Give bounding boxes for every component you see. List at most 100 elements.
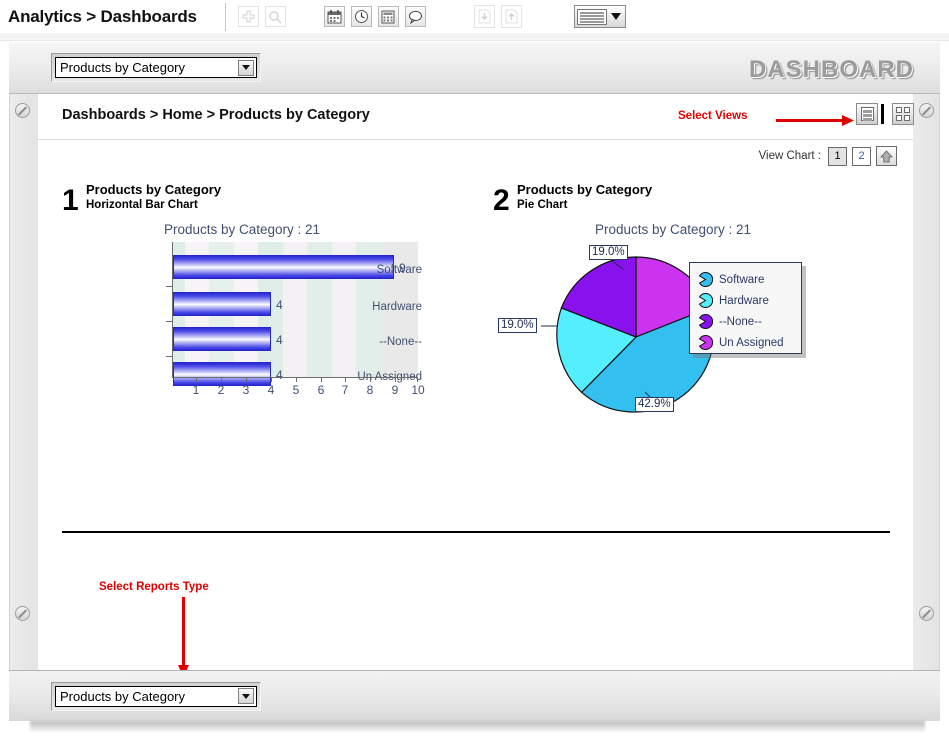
dashboard-selector-bar: Products by Category DASHBOARD (9, 42, 940, 94)
legend-item-hardware: Hardware (698, 290, 801, 311)
dashboard-content: Dashboards > Home > Products by Category… (38, 94, 914, 677)
dashboard-panel: Dashboards > Home > Products by Category… (9, 94, 940, 677)
panel-handle-icon-top-right[interactable] (919, 103, 934, 118)
list-rows-icon (576, 8, 607, 25)
pie-chart: 19.0% 19.0% 42.9% Software Hardware --No… (493, 242, 873, 413)
bar-x-axis (172, 377, 418, 378)
panel-left-gutter (10, 94, 38, 670)
bar-x-tick-4: 5 (292, 383, 300, 397)
chart-heading-2: Products by Category (517, 182, 653, 197)
bar-value-1: 4 (276, 298, 283, 312)
legend-label-none: --None-- (719, 315, 762, 328)
legend-label-hardware: Hardware (719, 294, 769, 307)
chart-subheading-2: Pie Chart (517, 199, 568, 211)
view-chart-button-2[interactable]: 2 (852, 146, 871, 166)
panel-handle-icon-top-left[interactable] (15, 103, 30, 118)
report-select-value: Products by Category (60, 688, 186, 704)
view-list-glyph (860, 107, 874, 121)
page-title: Analytics > Dashboards (8, 6, 197, 26)
legend-item-software: Software (698, 269, 801, 290)
section-divider (62, 531, 890, 533)
chart-title-1: Products by Category : 21 (163, 222, 321, 237)
toolbar-group-center (323, 6, 426, 27)
legend-swatch-icon-none (698, 314, 713, 329)
view-chart-label: View Chart : (758, 150, 821, 162)
view-grid-icon[interactable] (892, 103, 914, 125)
application-toolbar: Analytics > Dashboards (0, 0, 949, 33)
page-shell: Products by Category DASHBOARD Dashboard… (0, 33, 949, 733)
bar-value-2: 4 (276, 333, 283, 347)
view-chart-button-1[interactable]: 1 (828, 146, 847, 166)
panel-right-gutter (911, 94, 939, 670)
dashboard-select-wrapper: Products by Category (51, 53, 261, 82)
calculator-icon[interactable] (377, 6, 399, 27)
bar-x-tick-2: 3 (242, 383, 250, 397)
shell-top-band (0, 33, 949, 41)
view-chart-controls: View Chart : 1 2 (759, 146, 897, 166)
select-views-arrow-icon (776, 115, 854, 126)
dashboard-brand-label: DASHBOARD (749, 56, 914, 83)
bar-x-tick-0: 1 (192, 383, 200, 397)
bar-x-tick-1: 2 (217, 383, 225, 397)
toolbar-divider (224, 2, 226, 31)
select-reports-type-arrow-icon (178, 597, 189, 677)
bar-x-tick-6: 7 (341, 383, 349, 397)
chart-index-2: 2 (493, 184, 510, 217)
bar-category-label-1: Hardware (372, 301, 422, 313)
comment-icon[interactable] (404, 6, 426, 27)
download-icon[interactable] (473, 5, 495, 28)
bar-x-tick-9: 10 (411, 383, 425, 397)
panel-drop-shadow (30, 721, 925, 733)
legend-swatch-icon-hardware (698, 293, 713, 308)
view-grid-glyph (896, 107, 910, 121)
dashboard-select[interactable]: Products by Category (55, 57, 257, 78)
pie-legend: Software Hardware --None-- Un Assigned (689, 262, 802, 354)
select-views-annotation: Select Views (678, 110, 748, 122)
view-list-icon[interactable] (856, 103, 878, 125)
bar-none (173, 327, 271, 351)
legend-item-none: --None-- (698, 311, 801, 332)
bar-x-tick-8: 9 (391, 383, 399, 397)
legend-label-software: Software (719, 273, 765, 286)
breadcrumb: Dashboards > Home > Products by Category (62, 107, 370, 123)
view-icons-separator (881, 104, 884, 124)
chart-heading-1: Products by Category (86, 182, 222, 197)
add-icon[interactable] (237, 6, 259, 27)
pie-callout-hardware: 19.0% (498, 318, 537, 333)
search-icon[interactable] (264, 6, 286, 27)
chart-index-1: 1 (62, 184, 79, 217)
collapse-up-arrow-icon[interactable] (876, 146, 897, 166)
select-reports-type-annotation: Select Reports Type (99, 581, 209, 593)
panel-handle-icon-bottom-right[interactable] (919, 606, 934, 621)
calendar-icon[interactable] (323, 6, 345, 27)
bar-x-tick-7: 8 (366, 383, 374, 397)
pie-callout-none: 19.0% (589, 245, 628, 260)
chart-subheading-1: Horizontal Bar Chart (86, 199, 198, 211)
breadcrumb-row: Dashboards > Home > Products by Category… (38, 94, 914, 140)
toolbar-group-transfer (473, 5, 522, 28)
bar-value-3: 4 (276, 368, 283, 382)
panel-handle-icon-bottom-left[interactable] (15, 606, 30, 621)
upload-icon[interactable] (500, 5, 522, 28)
chart-title-2: Products by Category : 21 (594, 222, 752, 237)
bar-value-0: 9 (399, 261, 406, 275)
horizontal-bar-chart: Software Hardware --None-- Un Assigned 9… (62, 242, 425, 397)
legend-swatch-icon-software (698, 272, 713, 287)
chevron-down-icon (610, 13, 621, 20)
legend-label-unassigned: Un Assigned (719, 336, 784, 349)
toolbar-group-left (237, 6, 286, 27)
report-select-arrow[interactable] (238, 688, 254, 704)
report-select-wrapper: Products by Category (51, 681, 261, 711)
report-select[interactable]: Products by Category (55, 685, 257, 707)
list-view-dropdown[interactable] (573, 5, 626, 28)
dashboard-select-arrow[interactable] (238, 59, 254, 76)
report-selector-bar: Products by Category (9, 670, 940, 721)
dashboard-select-value: Products by Category (60, 60, 186, 75)
legend-item-unassigned: Un Assigned (698, 332, 801, 353)
clock-icon[interactable] (350, 6, 372, 27)
bar-x-tick-3: 4 (267, 383, 275, 397)
bar-hardware (173, 292, 271, 316)
bar-x-tick-5: 6 (317, 383, 325, 397)
bar-category-label-0: Software (376, 264, 422, 276)
legend-swatch-icon-unassigned (698, 335, 713, 350)
